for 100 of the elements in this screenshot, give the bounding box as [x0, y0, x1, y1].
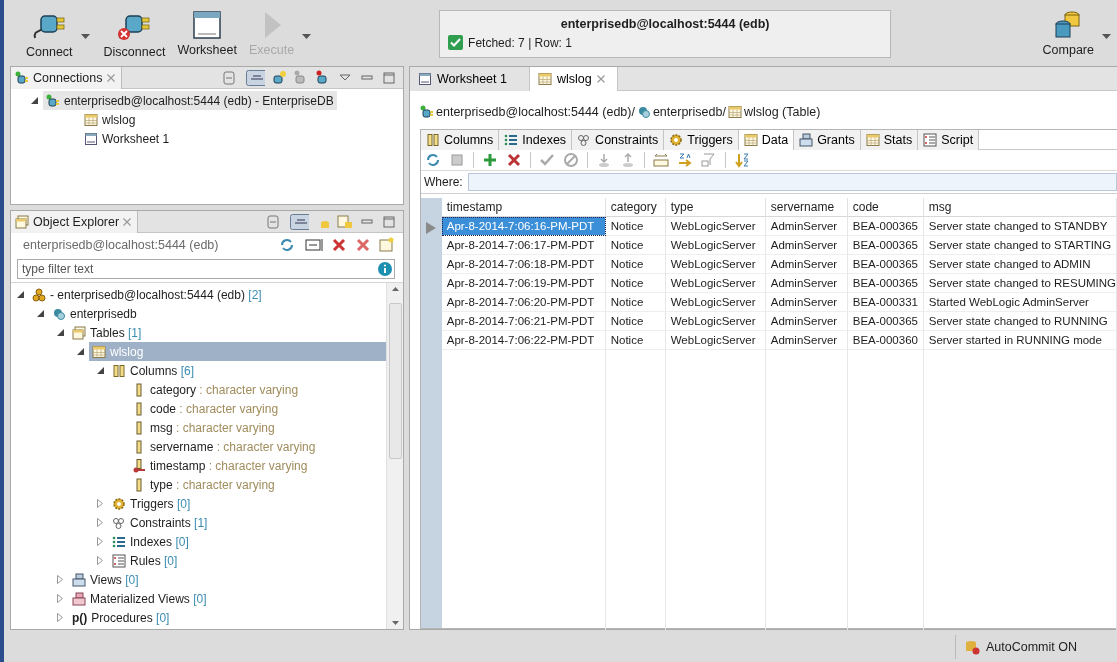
- table-cell[interactable]: Server state changed to STANDBY: [923, 217, 1117, 236]
- breadcrumb-item[interactable]: enterprisedb/: [652, 105, 726, 119]
- table-cell[interactable]: WebLogicServer: [665, 293, 766, 312]
- toolbar-button[interactable]: Connect: [22, 8, 77, 61]
- sort-descending-icon[interactable]: [734, 152, 750, 168]
- table-cell[interactable]: Server started in RUNNING mode: [923, 331, 1117, 350]
- tab[interactable]: Constraints: [572, 130, 665, 150]
- tree-item[interactable]: - enterprisedb@localhost:5444 (edb) [2]: [29, 285, 386, 304]
- table-database-icon[interactable]: [337, 213, 353, 230]
- cancel-icon[interactable]: [563, 152, 579, 168]
- expanded-triangle-icon[interactable]: [76, 348, 84, 355]
- tab[interactable]: Data: [738, 130, 795, 150]
- tab[interactable]: Stats: [860, 130, 919, 150]
- table-cell[interactable]: Notice: [605, 331, 666, 350]
- table-cell[interactable]: WebLogicServer: [665, 312, 766, 331]
- tree-item[interactable]: Columns [6]: [109, 361, 386, 380]
- table-cell[interactable]: AdminServer: [765, 217, 848, 236]
- filter-field[interactable]: type filter text: [17, 259, 395, 279]
- table-cell[interactable]: Notice: [605, 217, 666, 236]
- table-cell[interactable]: BEA-000365: [847, 274, 924, 293]
- tree-item[interactable]: code : character varying: [129, 399, 386, 418]
- table-cell[interactable]: AdminServer: [765, 312, 848, 331]
- table-cell[interactable]: BEA-000331: [847, 293, 924, 312]
- scrollbar[interactable]: [386, 283, 403, 629]
- tree-item[interactable]: p() Procedures [0]: [69, 608, 386, 627]
- new-table-icon[interactable]: [379, 237, 395, 253]
- close-icon[interactable]: [123, 217, 132, 226]
- table-cell[interactable]: Apr-8-2014-7:06:20-PM-PDT: [441, 293, 606, 312]
- breadcrumb-item[interactable]: wlslog (Table): [743, 105, 821, 119]
- delete-all-icon[interactable]: [355, 237, 371, 253]
- table-cell[interactable]: Notice: [605, 312, 666, 331]
- column-header[interactable]: servername: [765, 198, 848, 217]
- collapsed-triangle-icon[interactable]: [97, 537, 103, 546]
- table-cell[interactable]: Apr-8-2014-7:06:18-PM-PDT: [441, 255, 606, 274]
- tree-item[interactable]: Tables [1]: [69, 323, 386, 342]
- table-cell[interactable]: Apr-8-2014-7:06:19-PM-PDT: [441, 274, 606, 293]
- expanded-triangle-icon[interactable]: [16, 291, 24, 298]
- scroll-down-icon[interactable]: [391, 621, 399, 625]
- table-cell[interactable]: BEA-000360: [847, 331, 924, 350]
- column-header[interactable]: msg: [923, 198, 1117, 217]
- collapse-all-icon[interactable]: [265, 213, 281, 230]
- link-editor-icon[interactable]: [287, 213, 309, 230]
- editor-tab[interactable]: wlslog: [530, 67, 618, 91]
- table-cell[interactable]: Server state changed to RUNNING: [923, 312, 1117, 331]
- collapsed-triangle-icon[interactable]: [97, 499, 103, 508]
- new-connection-icon[interactable]: [271, 69, 287, 86]
- collapsed-triangle-icon[interactable]: [57, 575, 63, 584]
- compare-button[interactable]: Compare: [1038, 8, 1098, 59]
- expanded-triangle-icon[interactable]: [30, 97, 38, 104]
- maximize-icon[interactable]: [381, 69, 397, 86]
- tree-item[interactable]: type : character varying: [129, 475, 386, 494]
- table-cell[interactable]: AdminServer: [765, 331, 848, 350]
- refresh-icon[interactable]: [425, 152, 441, 168]
- tree-item[interactable]: Views [0]: [69, 570, 386, 589]
- table-cell[interactable]: AdminServer: [765, 236, 848, 255]
- tree-item[interactable]: Triggers [0]: [109, 494, 386, 513]
- toolbar-button[interactable]: Disconnect: [99, 8, 170, 61]
- table-cell[interactable]: BEA-000365: [847, 236, 924, 255]
- table-cell[interactable]: Notice: [605, 236, 666, 255]
- collapsed-triangle-icon[interactable]: [57, 613, 63, 622]
- table-cell[interactable]: Server state changed to RESUMING: [923, 274, 1117, 293]
- tree-item[interactable]: Constraints [1]: [109, 513, 386, 532]
- tab[interactable]: Script: [918, 130, 980, 150]
- tree-item[interactable]: enterprisedb: [49, 304, 386, 323]
- tree-item[interactable]: Indexes [0]: [109, 532, 386, 551]
- close-icon[interactable]: [106, 73, 115, 82]
- resize-columns-icon[interactable]: [653, 152, 669, 168]
- table-cell[interactable]: WebLogicServer: [665, 217, 766, 236]
- tab[interactable]: Indexes: [499, 130, 573, 150]
- table-cell[interactable]: Apr-8-2014-7:06:17-PM-PDT: [441, 236, 606, 255]
- table-cell[interactable]: Notice: [605, 293, 666, 312]
- table-cell[interactable]: AdminServer: [765, 293, 848, 312]
- table-cell[interactable]: Server state changed to ADMIN: [923, 255, 1117, 274]
- tree-item[interactable]: category : character varying: [129, 380, 386, 399]
- table-cell[interactable]: WebLogicServer: [665, 331, 766, 350]
- delete-icon[interactable]: [506, 152, 522, 168]
- tree-item[interactable]: Worksheet 1: [81, 129, 173, 148]
- table-cell[interactable]: BEA-000365: [847, 255, 924, 274]
- tab[interactable]: Triggers: [664, 130, 739, 150]
- tree-item[interactable]: enterprisedb@localhost:5444 (edb) - EnterpriseDB: [43, 91, 337, 110]
- table-cell[interactable]: BEA-000365: [847, 217, 924, 236]
- tree-item[interactable]: Materialized Views [0]: [69, 589, 386, 608]
- column-header[interactable]: code: [847, 198, 924, 217]
- collapsed-triangle-icon[interactable]: [97, 556, 103, 565]
- toolbar-button[interactable]: Worksheet: [173, 8, 241, 59]
- dropdown-caret-icon[interactable]: [80, 34, 90, 39]
- sort-icon[interactable]: [677, 152, 693, 168]
- maximize-icon[interactable]: [381, 213, 397, 230]
- table-cell[interactable]: Notice: [605, 274, 666, 293]
- breadcrumb-item[interactable]: enterprisedb@localhost:5444 (edb)/: [436, 105, 635, 119]
- table-cell[interactable]: Apr-8-2014-7:06:21-PM-PDT: [441, 312, 606, 331]
- table-cell[interactable]: WebLogicServer: [665, 255, 766, 274]
- expanded-triangle-icon[interactable]: [56, 329, 64, 336]
- column-header[interactable]: type: [665, 198, 766, 217]
- where-field[interactable]: [467, 173, 1117, 191]
- table-cell[interactable]: Server state changed to STARTING: [923, 236, 1117, 255]
- column-header[interactable]: category: [605, 198, 666, 217]
- export-icon[interactable]: [620, 152, 636, 168]
- tree-item[interactable]: Rules [0]: [109, 551, 386, 570]
- panel-tab[interactable]: Connections: [11, 66, 122, 89]
